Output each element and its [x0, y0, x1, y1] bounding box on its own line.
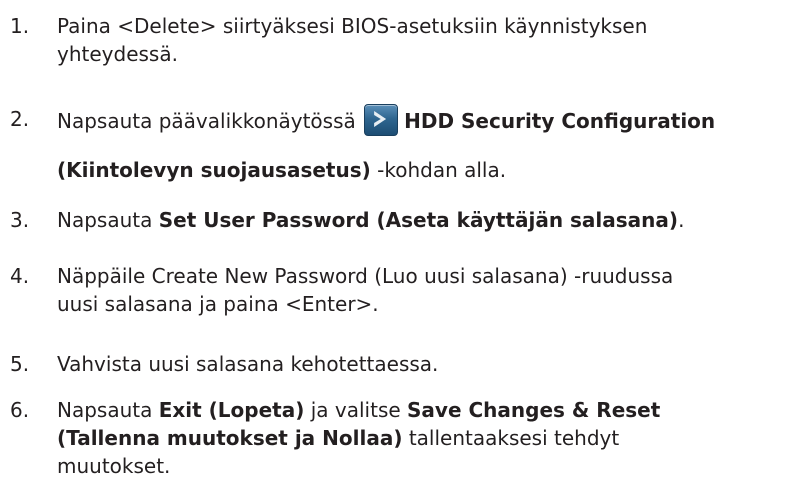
step-6-text-end: muutokset. [57, 454, 171, 478]
exit-label: Exit (Lopeta) [158, 398, 305, 422]
step-number: 6. [10, 398, 30, 422]
step-3-text-before: Napsauta [57, 208, 159, 232]
instruction-page: 1. Paina <Delete> siirtyäksesi BIOS-aset… [0, 0, 803, 490]
hdd-security-configuration-label: HDD Security Configuration [404, 108, 716, 133]
step-4-line-2: uusi salasana ja paina <Enter>. [57, 292, 379, 316]
save-changes-reset-translation: (Tallenna muutokset ja Nollaa) [57, 426, 403, 450]
step-3-text-after: . [678, 208, 685, 232]
step-number: 3. [10, 208, 30, 232]
step-text: Napsauta päävalikkonäytössä HDD Security… [57, 104, 797, 185]
step-text: Paina <Delete> siirtyäksesi BIOS-asetuks… [57, 12, 797, 68]
step-4-line-1: Näppäile Create New Password (Luo uusi s… [57, 264, 674, 288]
step-number: 4. [10, 264, 30, 288]
step-text: Vahvista uusi salasana kehotettaessa. [57, 352, 439, 376]
step-6-text-middle: ja valitse [304, 398, 408, 422]
step-6-text-before: Napsauta [57, 398, 159, 422]
step-text: Napsauta Exit (Lopeta) ja valitse Save C… [57, 396, 797, 480]
step-6-text-after: tallentaaksesi tehdyt [402, 426, 620, 450]
step-text: Näppäile Create New Password (Luo uusi s… [57, 262, 797, 318]
step-text: Napsauta Set User Password (Aseta käyttä… [57, 206, 797, 234]
step-number: 1. [10, 14, 30, 38]
set-user-password-label: Set User Password (Aseta käyttäjän salas… [158, 208, 679, 232]
step-1-line-1: Paina <Delete> siirtyäksesi BIOS-asetuks… [57, 14, 648, 38]
step-2-text-before-icon: Napsauta päävalikkonäytössä [57, 108, 356, 133]
step-2-text-after: -kohdan alla. [370, 158, 507, 182]
arrow-right-icon [364, 104, 399, 136]
hdd-security-configuration-translation: (Kiintolevyn suojausasetus) [57, 158, 371, 182]
step-number: 5. [10, 352, 30, 376]
step-number: 2. [10, 107, 30, 131]
save-changes-reset-label: Save Changes & Reset [407, 398, 661, 422]
step-1-line-2: yhteydessä. [57, 42, 178, 66]
